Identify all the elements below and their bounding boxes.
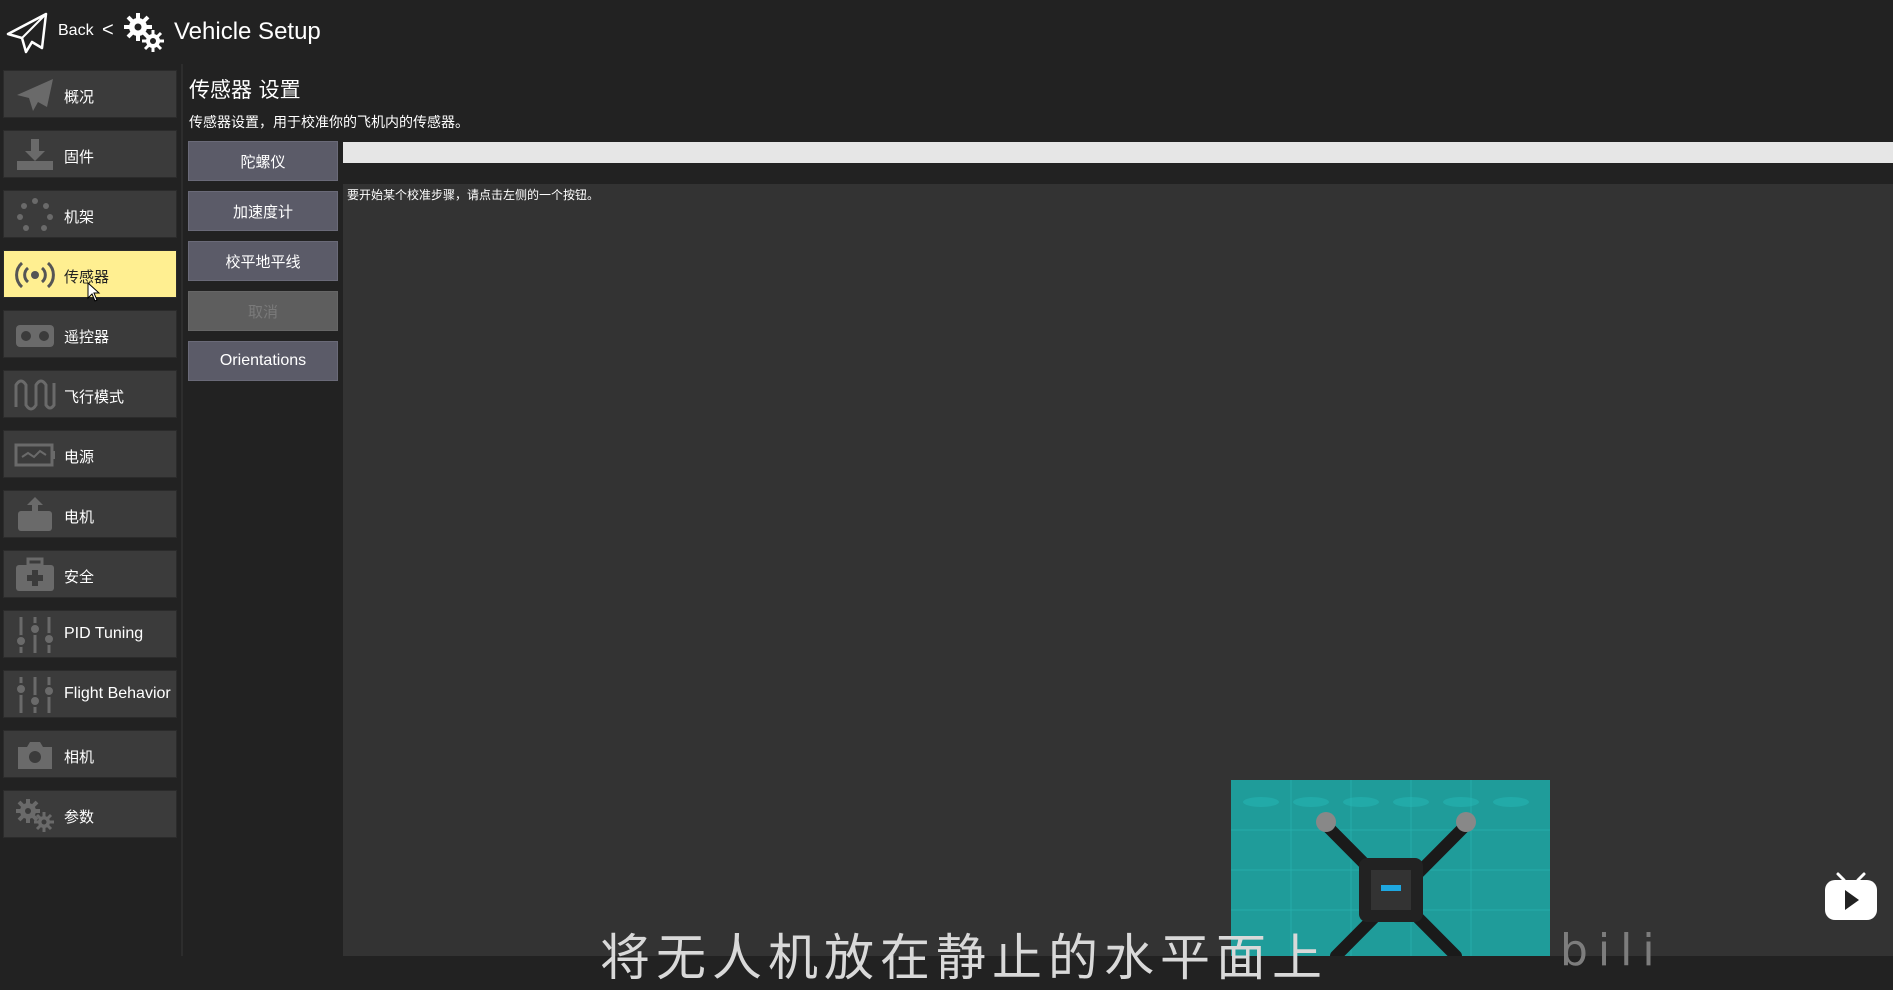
gears-icon [16, 799, 54, 832]
sidebar-item-label: 安全 [64, 568, 95, 586]
download-icon [17, 139, 53, 170]
page-description: 传感器设置，用于校准你的飞机内的传感器。 [189, 115, 469, 131]
video-play-icon[interactable] [1822, 870, 1880, 922]
power-monitor-icon [14, 443, 55, 467]
video-subtitle: 将无人机放在静止的水平面上 [600, 929, 1328, 987]
level-horizon-button[interactable]: 校平地平线 [188, 241, 338, 281]
paper-plane-icon[interactable] [6, 10, 50, 54]
flight-mode-wave-icon [14, 379, 56, 411]
cancel-button[interactable]: 取消 [188, 291, 338, 331]
sidebar-item-flight-modes[interactable]: 飞行模式 [3, 370, 177, 418]
sidebar-item-label: 遥控器 [64, 328, 110, 346]
sidebar-item-label: 参数 [64, 808, 95, 826]
sensor-waves-icon [15, 261, 55, 289]
sidebar-item-camera[interactable]: 相机 [3, 730, 177, 778]
calibration-instructions: 要开始某个校准步骤，请点击左侧的一个按钮。 [347, 188, 600, 202]
sidebar-item-parameters[interactable]: 参数 [3, 790, 177, 838]
breadcrumb-separator: < [102, 19, 114, 41]
sidebar-item-radio[interactable]: 遥控器 [3, 310, 177, 358]
camera-icon [18, 742, 52, 769]
sidebar-item-label: 电源 [64, 448, 95, 466]
mouse-cursor-icon [87, 282, 101, 302]
sidebar-item-label: 概况 [64, 88, 95, 106]
sliders-icon [15, 677, 55, 713]
motor-icon [18, 497, 52, 531]
sidebar-item-summary[interactable]: 概况 [3, 70, 177, 118]
sidebar-item-label: 固件 [64, 148, 95, 166]
orientations-button[interactable]: Orientations [188, 341, 338, 381]
airframe-icon [17, 198, 53, 231]
gears-icon [124, 13, 164, 52]
page-header-title: Vehicle Setup [174, 18, 321, 45]
back-button[interactable]: Back [58, 22, 94, 40]
sidebar-item-label: 飞行模式 [64, 388, 125, 406]
sidebar-item-label: Flight Behavior [64, 685, 171, 702]
sidebar-item-pid-tuning[interactable]: PID Tuning [3, 610, 177, 658]
sidebar-item-power[interactable]: 电源 [3, 430, 177, 478]
sliders-icon [15, 617, 55, 653]
radio-controller-icon [16, 325, 54, 347]
watermark-text: bili [1560, 925, 1665, 976]
sidebar-item-label: 相机 [64, 748, 95, 766]
sidebar-item-motors[interactable]: 电机 [3, 490, 177, 538]
safety-kit-icon [16, 557, 54, 591]
top-toolbar: Back < Vehicle Setup [0, 0, 1893, 64]
status-text-panel [343, 184, 1893, 956]
sidebar-divider [181, 64, 183, 956]
setup-sidebar: 概况 固件 机架 传感器 遥控器 飞行模式 电源 电机 安全 PID Tunin… [0, 64, 181, 956]
sidebar-item-firmware[interactable]: 固件 [3, 130, 177, 178]
sidebar-item-airframe[interactable]: 机架 [3, 190, 177, 238]
gyroscope-calibrate-button[interactable]: 陀螺仪 [188, 141, 338, 181]
sidebar-item-label: PID Tuning [64, 625, 144, 642]
sidebar-item-label: 电机 [64, 508, 95, 526]
sidebar-item-safety[interactable]: 安全 [3, 550, 177, 598]
sidebar-item-label: 机架 [64, 208, 95, 226]
accelerometer-calibrate-button[interactable]: 加速度计 [188, 191, 338, 231]
calibration-progress-bar [343, 142, 1893, 163]
page-title: 传感器 设置 [189, 78, 301, 102]
paper-plane-icon [17, 79, 53, 111]
sidebar-item-flight-behavior[interactable]: Flight Behavior [3, 670, 177, 718]
